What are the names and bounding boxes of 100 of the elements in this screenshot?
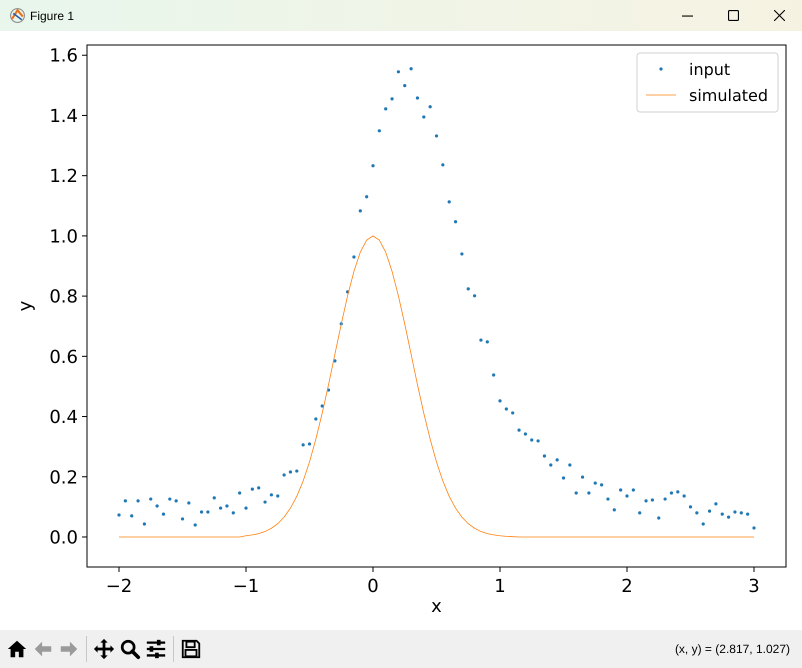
- data-point: [682, 494, 686, 498]
- data-point: [410, 67, 413, 70]
- data-point: [174, 499, 178, 502]
- tick-label: 0.8: [49, 286, 78, 308]
- data-point: [358, 209, 362, 212]
- data-point: [473, 294, 476, 298]
- data-point: [225, 504, 229, 508]
- data-point: [288, 470, 292, 474]
- data-point: [587, 491, 590, 495]
- data-point: [530, 438, 534, 442]
- data-point: [238, 491, 242, 495]
- data-point: [130, 514, 134, 518]
- data-point: [562, 476, 566, 480]
- data-point: [308, 442, 312, 446]
- data-point: [524, 432, 527, 436]
- data-point: [644, 499, 648, 502]
- legend-label: simulated: [689, 86, 768, 105]
- data-point: [117, 513, 121, 517]
- data-point: [333, 359, 336, 362]
- data-point: [727, 516, 730, 519]
- data-point: [720, 512, 724, 516]
- data-point: [498, 399, 502, 402]
- data-point: [606, 497, 610, 501]
- data-point: [542, 454, 546, 458]
- tick-label: 0.0: [49, 527, 78, 548]
- data-point: [212, 496, 216, 500]
- data-point: [422, 115, 426, 119]
- data-point: [378, 129, 381, 132]
- data-point: [314, 417, 318, 421]
- data-point: [162, 512, 166, 516]
- data-point: [194, 523, 197, 527]
- data-point: [136, 499, 140, 502]
- data-point: [492, 373, 496, 377]
- data-point: [676, 490, 680, 494]
- data-point: [752, 526, 756, 530]
- tick-label: 0.4: [49, 407, 78, 428]
- data-point: [396, 70, 400, 74]
- tick-label: 1.4: [49, 106, 78, 127]
- data-point: [702, 522, 705, 526]
- data-point: [206, 510, 210, 514]
- tick-label: 0.6: [49, 346, 78, 368]
- data-point: [371, 164, 375, 168]
- data-point: [740, 511, 743, 514]
- data-point: [688, 505, 692, 508]
- sliders-icon: [145, 638, 167, 660]
- app-icon: [9, 7, 26, 24]
- data-point: [282, 473, 286, 477]
- data-point: [638, 511, 642, 514]
- maximize-icon: [728, 10, 738, 21]
- close-icon: [774, 10, 784, 21]
- data-point: [340, 322, 343, 326]
- data-point: [434, 134, 438, 138]
- tick-label: 0.2: [49, 467, 78, 488]
- data-point: [295, 469, 298, 473]
- data-point: [142, 522, 146, 526]
- data-point: [594, 481, 597, 485]
- data-point: [219, 506, 222, 510]
- data-point: [390, 97, 394, 100]
- data-point: [454, 220, 458, 224]
- data-point: [403, 84, 406, 88]
- tick-label: 1: [494, 576, 506, 597]
- coordinate-readout: (x, y) = (2.817, 1.027): [674, 641, 790, 658]
- data-point: [580, 475, 584, 479]
- data-point: [504, 407, 508, 411]
- data-point: [257, 486, 260, 490]
- tick-label: 1.2: [49, 166, 78, 188]
- data-point: [365, 195, 368, 198]
- data-point: [168, 497, 172, 501]
- data-point: [124, 499, 127, 502]
- tick-label: −2: [106, 576, 132, 597]
- data-point: [263, 500, 267, 504]
- move-icon: [93, 638, 115, 660]
- data-point: [612, 508, 616, 512]
- data-point: [448, 200, 451, 204]
- search-icon: [119, 638, 141, 660]
- data-point: [460, 252, 464, 256]
- data-point: [733, 510, 737, 514]
- tick-label: 1.6: [49, 46, 78, 67]
- data-point: [556, 458, 559, 462]
- tick-label: 1.0: [49, 226, 78, 248]
- data-point: [149, 497, 152, 501]
- data-point: [441, 163, 444, 166]
- data-point: [746, 512, 750, 516]
- data-point: [657, 516, 660, 520]
- tick-label: 0: [367, 576, 379, 597]
- tick-label: 2: [621, 576, 633, 597]
- data-point: [625, 494, 629, 498]
- data-point: [650, 498, 654, 502]
- data-point: [232, 511, 235, 514]
- data-point: [536, 439, 540, 443]
- data-point: [200, 510, 204, 514]
- data-point: [574, 491, 578, 495]
- data-point: [517, 428, 521, 432]
- data-point: [346, 290, 350, 294]
- data-point: [600, 483, 604, 486]
- window-title: Figure 1: [30, 8, 74, 24]
- data-point: [619, 488, 622, 492]
- data-point: [270, 493, 273, 496]
- data-point: [568, 463, 572, 467]
- data-point: [670, 491, 674, 495]
